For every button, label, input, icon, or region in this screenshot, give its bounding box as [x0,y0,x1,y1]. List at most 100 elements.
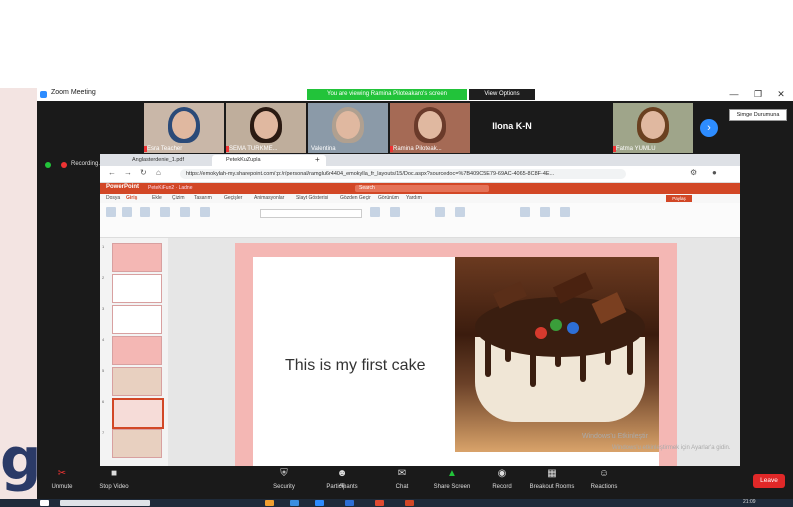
bold-icon[interactable] [370,207,380,217]
paste-icon[interactable] [122,207,132,217]
ribbon-tab[interactable]: Geçişler [224,195,242,201]
participant-name: Ramina Piloteak... [393,146,442,152]
font-selector[interactable] [260,209,362,218]
address-bar[interactable]: https://emokylah-my.sharepoint.com/:p:/r… [180,169,626,179]
dictate-icon[interactable] [540,207,550,217]
slide-thumbnail[interactable] [112,429,162,458]
powerpoint-icon[interactable] [405,500,414,506]
chat-button[interactable]: ✉ Chat [377,468,427,490]
cut-icon[interactable] [140,207,150,217]
slide-thumbnail[interactable] [112,336,162,365]
reactions-icon: ☺ [598,468,610,479]
slide-thumbnail[interactable] [112,274,162,303]
windows-activation-hint: Windows'u etkinleştirmek için Ayarlar'a … [612,445,731,451]
layout-icon[interactable] [180,207,190,217]
slide-thumbnail[interactable] [112,367,162,396]
new-tab-icon[interactable]: + [315,155,320,164]
participants-icon: ☻46 [336,468,348,489]
page-background-left: g [0,88,42,507]
security-button[interactable]: ⛨ Security [259,468,309,490]
ribbon [100,203,740,238]
ribbon-tab[interactable]: Görünüm [378,195,399,201]
zoom-titlebar: Zoom Meeting You are viewing Ramina Pilo… [37,88,793,101]
share-button[interactable]: Paylaş [666,195,692,202]
video-tile[interactable]: Esra Teacher [144,103,224,153]
profile-icon[interactable]: ● [712,168,717,177]
slide-canvas[interactable]: This is my first cake [235,243,677,492]
stop-video-button[interactable]: ■ Stop Video [89,468,139,490]
participant-name: Esra Teacher [147,146,183,152]
unmute-button[interactable]: ✂ Unmute [37,468,87,490]
reload-icon[interactable]: ↻ [140,168,147,177]
share-screen-button[interactable]: ▲ Share Screen [427,468,477,490]
new-slide-icon[interactable] [160,207,170,217]
video-tile[interactable]: Ilona K-N [472,103,552,153]
video-tile[interactable]: Ramina Piloteak... [390,103,470,153]
thumb-number: 5 [102,368,105,373]
video-tile[interactable]: SEMA TURKME... [226,103,306,153]
ribbon-tab[interactable]: Çizim [172,195,185,201]
taskbar-search-box[interactable] [60,500,150,506]
ribbon-tab-active[interactable]: Giriş [126,195,137,201]
recording-label: Recording... [71,161,104,167]
ribbon-tab[interactable]: Gözden Geçir [340,195,371,201]
record-button[interactable]: ◉ Record [477,468,527,490]
recording-icon [61,162,67,168]
tab-label: PetekKuZupla [226,157,261,163]
view-options-button[interactable]: View Options [469,89,535,100]
browser-tab-active[interactable]: PetekKuZupla [212,155,326,166]
slide-thumbnail[interactable] [112,243,162,272]
slide-text-box[interactable]: This is my first cake [285,357,425,375]
chrome-icon[interactable] [375,500,384,506]
edge-icon[interactable] [290,500,299,506]
participant-name: Valentina [311,146,336,152]
file-name[interactable]: PeteKiFun2 · Ladne [148,185,192,191]
participants-button[interactable]: ☻46 Participants [317,468,367,490]
video-camera-icon: ■ [110,468,118,479]
thumb-number: 3 [102,306,105,311]
back-icon[interactable]: ← [108,168,116,177]
powerpoint-titlebar: PowerPoint PeteKiFun2 · Ladne Search [100,183,740,194]
ribbon-tab[interactable]: Animasyonlar [254,195,284,201]
zoom-window: Zoom Meeting You are viewing Ramina Pilo… [37,88,793,507]
undo-icon[interactable] [106,207,116,217]
word-icon[interactable] [345,500,354,506]
home-icon[interactable]: ⌂ [156,168,161,177]
find-icon[interactable] [520,207,530,217]
shield-icon: ⛨ [280,468,288,479]
designer-icon[interactable] [560,207,570,217]
reset-icon[interactable] [200,207,210,217]
extensions-icon[interactable]: ⚙ [690,168,697,177]
reactions-button[interactable]: ☺ Reactions [579,468,629,490]
forward-icon[interactable]: → [124,168,132,177]
ribbon-tab[interactable]: Slayt Gösterisi [296,195,328,201]
maximize-icon[interactable]: ❐ [747,88,769,101]
file-explorer-icon[interactable] [265,500,274,506]
ribbon-tab[interactable]: Dosya [106,195,120,201]
thumb-number: 1 [102,244,105,249]
next-page-arrow-icon[interactable]: › [700,119,718,137]
browser-tab[interactable]: Anglasterdenie_1.pdf [118,155,222,166]
breakout-rooms-button[interactable]: ▦ Breakout Rooms [527,468,577,490]
shapes-icon[interactable] [435,207,445,217]
ribbon-tab[interactable]: Ekle [152,195,162,201]
zoom-taskbar-icon[interactable] [315,500,324,506]
close-icon[interactable]: ✕ [770,88,792,101]
slide-thumbnail-selected[interactable] [112,398,164,429]
video-tile[interactable]: Valentina [308,103,388,153]
video-tile[interactable]: Fatma YUMLU [613,103,693,153]
leave-button[interactable]: Leave [753,474,785,488]
minimize-icon[interactable]: — [723,88,745,101]
slide-thumbnail[interactable] [112,305,162,334]
cake-image[interactable] [455,257,659,452]
page-background-top [0,0,793,88]
participant-name: Fatma YUMLU [616,146,656,152]
bullets-icon[interactable] [390,207,400,217]
search-box[interactable]: Search [355,185,489,192]
ribbon-tabs: Dosya Giriş Ekle Çizim Tasarım Geçişler … [100,194,740,203]
ribbon-tab[interactable]: Tasarım [194,195,212,201]
thumb-number: 4 [102,337,105,342]
start-icon[interactable] [40,500,49,506]
arrange-icon[interactable] [455,207,465,217]
ribbon-tab[interactable]: Yardım [406,195,422,201]
